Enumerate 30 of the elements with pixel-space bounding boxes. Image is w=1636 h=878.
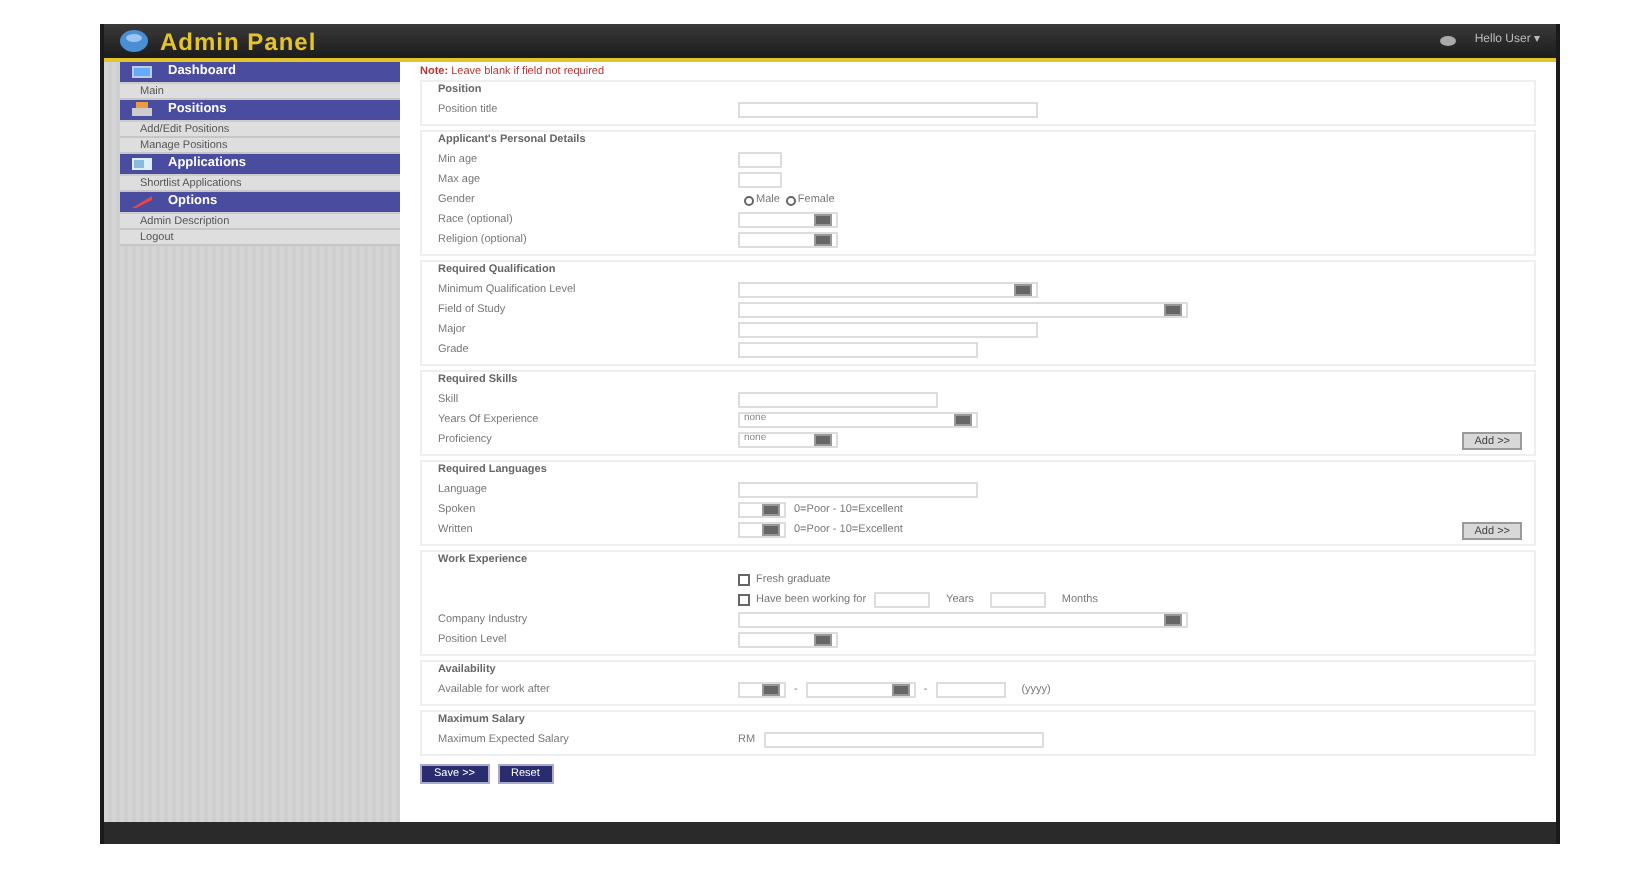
checkbox[interactable] xyxy=(738,574,750,586)
monitor-icon xyxy=(132,64,152,80)
input-field[interactable] xyxy=(738,392,938,408)
select-field[interactable] xyxy=(738,632,838,648)
input-field[interactable] xyxy=(738,342,978,358)
select-field[interactable] xyxy=(738,232,838,248)
select-field[interactable] xyxy=(738,212,838,228)
select-field[interactable] xyxy=(738,612,1188,628)
input-field[interactable] xyxy=(935,682,1006,698)
checkbox[interactable] xyxy=(738,594,750,606)
input-field[interactable] xyxy=(738,482,978,498)
user-icon xyxy=(1440,36,1457,46)
select-field[interactable] xyxy=(738,522,786,538)
radio-button[interactable] xyxy=(744,195,754,205)
input-field[interactable] xyxy=(738,102,1038,118)
select-field[interactable] xyxy=(805,682,916,698)
select-field[interactable] xyxy=(738,682,786,698)
radio-button[interactable] xyxy=(785,195,796,205)
select-field[interactable] xyxy=(738,502,786,518)
select-field[interactable] xyxy=(738,282,1038,298)
input-field[interactable] xyxy=(738,152,782,168)
input-field[interactable] xyxy=(874,592,931,608)
select-field[interactable] xyxy=(738,302,1188,318)
input-field[interactable] xyxy=(738,172,782,188)
input-field[interactable] xyxy=(763,732,1044,748)
window-icon xyxy=(132,156,152,172)
input-field[interactable] xyxy=(738,322,1038,338)
input-field[interactable] xyxy=(989,592,1046,608)
app-title: Admin Panel xyxy=(160,25,317,59)
logo-icon xyxy=(120,30,148,52)
